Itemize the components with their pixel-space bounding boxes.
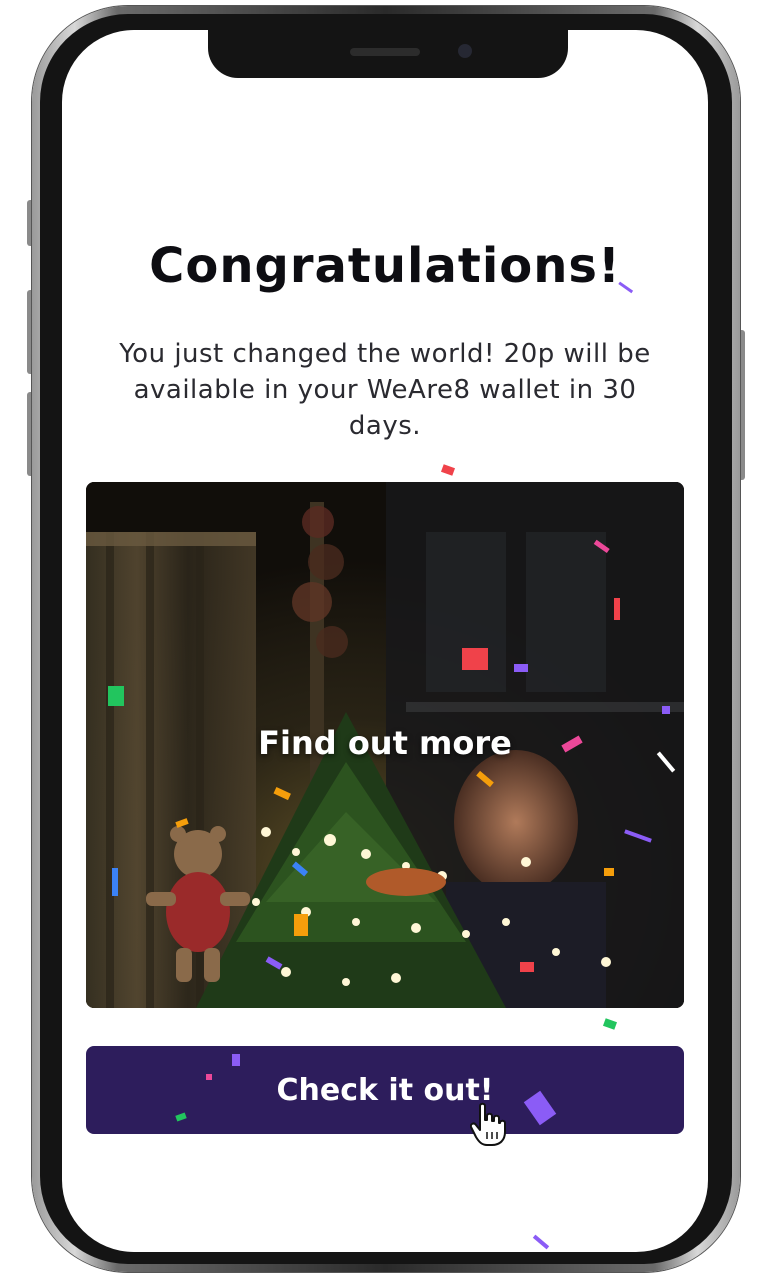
app-canvas: Congratulations! You just changed the wo… — [0, 0, 759, 1278]
speaker-grille — [350, 48, 420, 56]
phone-screen: Congratulations! You just changed the wo… — [62, 30, 708, 1252]
front-camera-icon — [458, 44, 472, 58]
page-title: Congratulations! — [149, 238, 621, 294]
check-it-out-label: Check it out! — [276, 1072, 494, 1108]
find-out-more-link[interactable]: Find out more — [86, 724, 684, 762]
phone-notch — [208, 30, 568, 78]
confirmation-message: You just changed the world! 20p will be … — [119, 339, 651, 441]
hand-pointer-icon — [470, 1102, 506, 1146]
promo-video-card[interactable]: Find out more — [86, 482, 684, 1008]
check-it-out-button[interactable]: Check it out! — [86, 1046, 684, 1134]
